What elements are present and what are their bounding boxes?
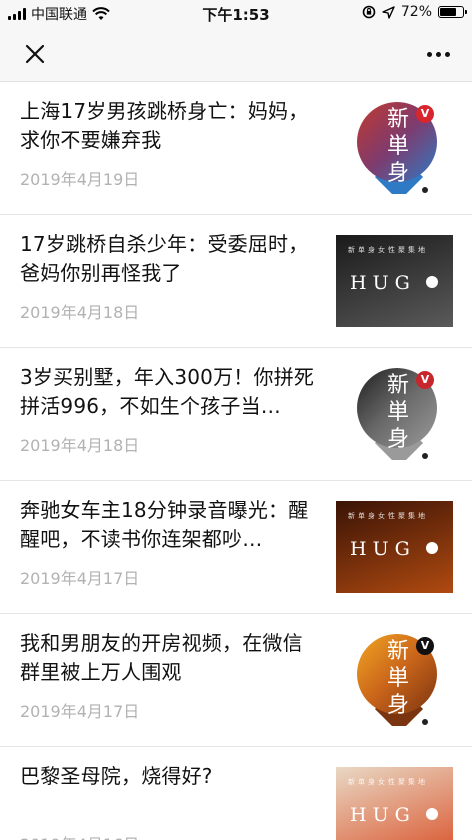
verified-badge: V [416, 371, 434, 389]
article-date: 2019年4月17日 [20, 702, 140, 721]
more-icon-dot [444, 51, 450, 57]
more-button[interactable] [418, 38, 458, 70]
article-thumbnail: 新単身 V [336, 634, 453, 726]
logo-dot [422, 453, 428, 459]
orientation-lock-icon [362, 5, 376, 19]
logo-text: 新単身 [386, 107, 409, 186]
article-item[interactable]: 上海17岁男孩跳桥身亡：妈妈，求你不要嫌弃我 2019年4月19日 新単身 V [0, 82, 472, 215]
logo-circle [426, 808, 438, 820]
article-date: 2019年4月18日 [20, 303, 140, 322]
article-title: 上海17岁男孩跳桥身亡：妈妈，求你不要嫌弃我 [20, 99, 309, 152]
article-date: 2019年4月18日 [20, 436, 140, 455]
thumbnail-caption: 新单身女性聚集地 [348, 778, 428, 786]
status-right: 72% [362, 4, 467, 20]
article-title: 17岁跳桥自杀少年：受委屈时，爸妈你别再怪我了 [20, 232, 309, 285]
article-item[interactable]: 3岁买别墅，年入300万！你拼死拼活996，不如生个孩子当… 2019年4月18… [0, 348, 472, 481]
verified-badge: V [416, 637, 434, 655]
logo-circle [426, 542, 438, 554]
more-icon [426, 51, 432, 57]
battery-icon [438, 6, 467, 18]
close-icon [25, 44, 45, 64]
article-item[interactable]: 巴黎圣母院，烧得好? 2019年4月16日 新单身女性聚集地 HUG [0, 747, 472, 840]
article-item[interactable]: 我和男朋友的开房视频，在微信群里被上万人围观 2019年4月17日 新単身 V [0, 614, 472, 747]
article-title: 我和男朋友的开房视频，在微信群里被上万人围观 [20, 631, 303, 684]
more-icon-dot [435, 51, 441, 57]
thumbnail-caption: 新单身女性聚集地 [348, 512, 428, 520]
article-title: 巴黎圣母院，烧得好? [20, 764, 213, 788]
article-thumbnail: 新単身 V [336, 102, 453, 194]
battery-level [440, 8, 456, 16]
verified-badge: V [416, 105, 434, 123]
thumbnail-logo-text: HUG [350, 538, 416, 560]
article-item[interactable]: 奔驰女车主18分钟录音曝光：醒醒吧，不读书你连架都吵… 2019年4月17日 新… [0, 481, 472, 614]
thumbnail-logo-text: HUG [350, 804, 416, 826]
article-date: 2019年4月16日 [20, 831, 139, 840]
logo-text: 新単身 [386, 373, 409, 452]
article-date: 2019年4月19日 [20, 170, 140, 189]
article-thumbnail: 新単身 V [336, 368, 453, 460]
battery-percent: 72% [400, 4, 432, 20]
location-icon [382, 5, 395, 19]
logo-circle [426, 276, 438, 288]
logo-dot [422, 719, 428, 725]
article-list: 上海17岁男孩跳桥身亡：妈妈，求你不要嫌弃我 2019年4月19日 新単身 V 1… [0, 82, 472, 840]
thumbnail-logo-text: HUG [350, 272, 416, 294]
article-thumbnail: 新单身女性聚集地 HUG [336, 501, 453, 593]
status-bar: 中国联通 下午1:53 72% [0, 0, 472, 26]
logo-text: 新単身 [386, 639, 409, 718]
article-title: 奔驰女车主18分钟录音曝光：醒醒吧，不读书你连架都吵… [20, 498, 309, 551]
article-thumbnail: 新单身女性聚集地 HUG [336, 767, 453, 840]
article-date: 2019年4月17日 [20, 569, 140, 588]
article-item[interactable]: 17岁跳桥自杀少年：受委屈时，爸妈你别再怪我了 2019年4月18日 新单身女性… [0, 215, 472, 348]
logo-dot [422, 187, 428, 193]
article-title: 3岁买别墅，年入300万！你拼死拼活996，不如生个孩子当… [20, 365, 315, 418]
thumbnail-caption: 新单身女性聚集地 [348, 246, 428, 254]
nav-bar [0, 26, 472, 82]
article-thumbnail: 新单身女性聚集地 HUG [336, 235, 453, 327]
close-button[interactable] [18, 38, 52, 70]
